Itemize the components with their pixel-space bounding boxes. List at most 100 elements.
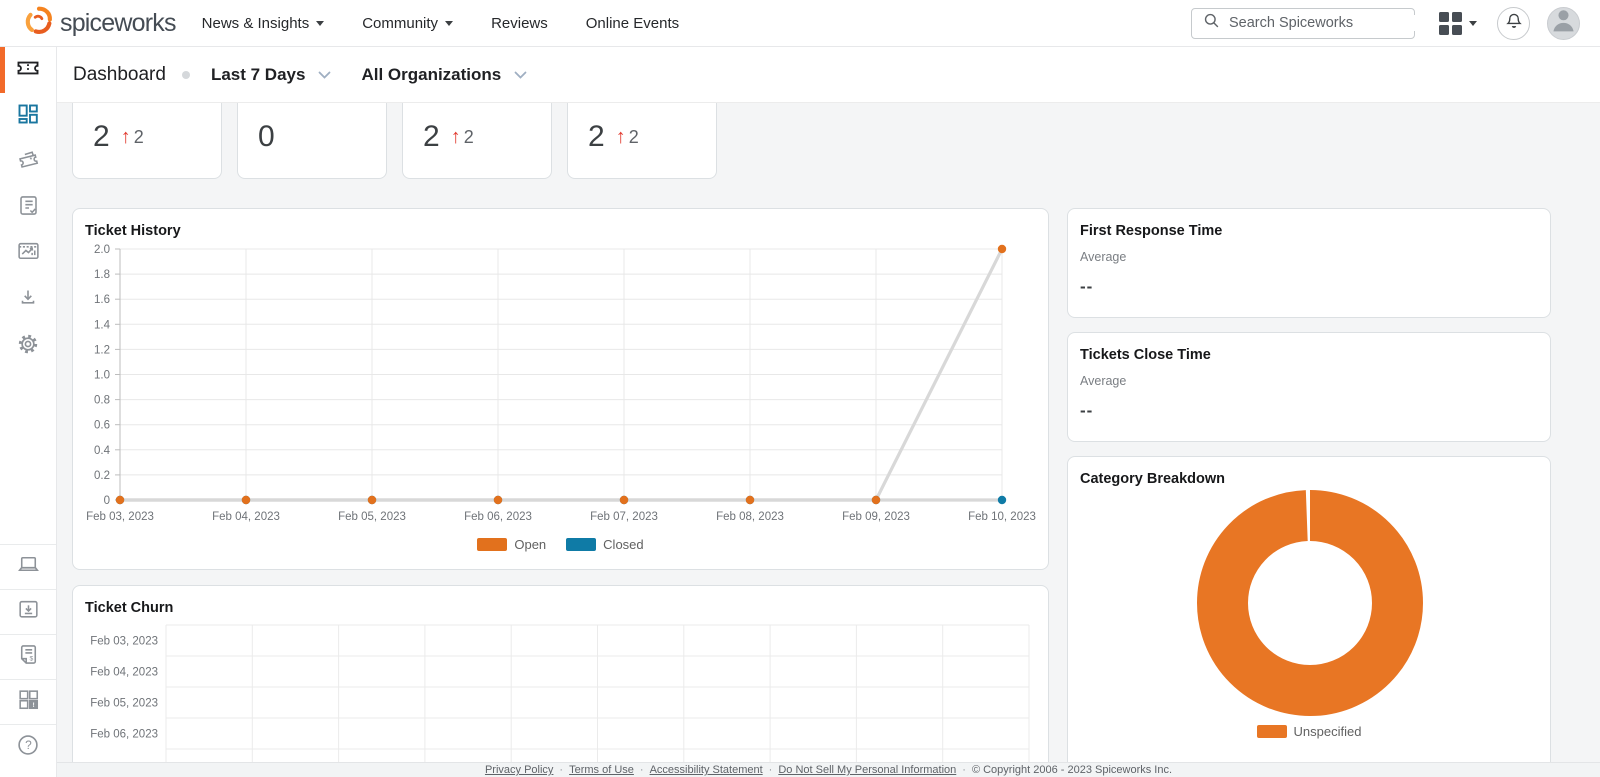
sidebar-item-billing[interactable]: $ bbox=[0, 634, 56, 679]
card-title: Tickets Close Time bbox=[1080, 347, 1211, 363]
stat-value: 0 bbox=[258, 120, 275, 154]
ticket-churn-chart: Feb 03, 2023Feb 04, 2023Feb 05, 2023Feb … bbox=[73, 586, 1050, 762]
dashboard-toolbar: Dashboard Last 7 Days All Organizations bbox=[57, 47, 1600, 103]
x-tick-label: Feb 07, 2023 bbox=[590, 511, 658, 523]
svg-text:!: ! bbox=[32, 702, 34, 709]
trend-value: 2 bbox=[464, 127, 474, 148]
organization-select[interactable]: All Organizations bbox=[361, 65, 527, 85]
bell-icon bbox=[1503, 10, 1525, 37]
title-separator-dot bbox=[182, 71, 190, 79]
top-nav: spiceworks News & Insights Community Revie… bbox=[0, 0, 1600, 47]
stat-value: 2 bbox=[423, 120, 440, 154]
legend-swatch bbox=[566, 538, 596, 551]
legend-label: Closed bbox=[603, 537, 643, 552]
nav-item-community[interactable]: Community bbox=[362, 15, 453, 32]
x-tick-label: Feb 03, 2023 bbox=[86, 511, 154, 523]
brand[interactable]: spiceworks bbox=[22, 4, 176, 43]
sidebar-item-tickets[interactable] bbox=[0, 47, 56, 93]
stat-card-3[interactable]: 2↑2 bbox=[402, 103, 552, 179]
stat-value-row: 2↑2 bbox=[588, 120, 639, 154]
stat-value-row: 0 bbox=[258, 120, 275, 154]
stat-card-4[interactable]: 2↑2 bbox=[567, 103, 717, 179]
x-tick-label: Feb 09, 2023 bbox=[842, 511, 910, 523]
card-title: Ticket History bbox=[85, 223, 181, 239]
churn-row-label: Feb 06, 2023 bbox=[90, 729, 158, 741]
copyright-text: © Copyright 2006 - 2023 Spiceworks Inc. bbox=[972, 764, 1172, 776]
svg-text:?: ? bbox=[25, 738, 32, 752]
billing-icon: $ bbox=[16, 642, 41, 672]
primary-nav: News & Insights Community Reviews Online Ev… bbox=[202, 15, 679, 32]
sidebar-item-downloads[interactable] bbox=[0, 589, 56, 634]
category-breakdown-card: Category Breakdown Unspecified bbox=[1067, 456, 1551, 762]
sidebar-top-group bbox=[0, 47, 56, 369]
stat-card-2[interactable]: 0 bbox=[237, 103, 387, 179]
date-range-select[interactable]: Last 7 Days bbox=[211, 65, 332, 85]
sidebar-item-export[interactable] bbox=[0, 277, 56, 323]
dashboard-content: 2↑202↑22↑2 Ticket History 00.20.40.60.81… bbox=[57, 103, 1600, 762]
y-tick-label: 1.8 bbox=[94, 269, 110, 281]
nav-item-label: Reviews bbox=[491, 15, 548, 32]
reports-icon bbox=[16, 239, 41, 269]
search-icon bbox=[1202, 11, 1221, 35]
sidebar-item-ticket-stack[interactable] bbox=[0, 139, 56, 185]
footer-link-do-not-sell-my-personal-information[interactable]: Do Not Sell My Personal Information bbox=[778, 764, 956, 776]
stat-value: 2 bbox=[93, 120, 110, 154]
y-tick-label: 0.8 bbox=[94, 395, 110, 407]
ticket-history-chart: 00.20.40.60.81.01.21.41.61.82.0Feb 03, 2… bbox=[73, 243, 1050, 533]
metric-subtitle: Average bbox=[1080, 374, 1126, 388]
footer-link-privacy-policy[interactable]: Privacy Policy bbox=[485, 764, 553, 776]
sidebar-item-apps-alert[interactable]: ! bbox=[0, 679, 56, 724]
sidebar-item-task-list[interactable] bbox=[0, 185, 56, 231]
stat-value-row: 2↑2 bbox=[93, 120, 144, 154]
footer-link-terms-of-use[interactable]: Terms of Use bbox=[569, 764, 634, 776]
nav-item-reviews[interactable]: Reviews bbox=[491, 15, 548, 32]
x-tick-label: Feb 04, 2023 bbox=[212, 511, 280, 523]
sidebar-item-help[interactable]: ? bbox=[0, 724, 56, 769]
footer-separator: · bbox=[640, 764, 644, 776]
footer-separator: · bbox=[962, 764, 966, 776]
nav-item-label: Community bbox=[362, 15, 438, 32]
footer-separator: · bbox=[559, 764, 563, 776]
x-tick-label: Feb 05, 2023 bbox=[338, 511, 406, 523]
nav-item-label: News & Insights bbox=[202, 15, 310, 32]
nav-item-online-events[interactable]: Online Events bbox=[586, 15, 679, 32]
nav-item-news-insights[interactable]: News & Insights bbox=[202, 15, 325, 32]
chevron-down-icon bbox=[318, 71, 331, 79]
y-tick-label: 0 bbox=[104, 495, 110, 507]
sidebar-item-devices[interactable] bbox=[0, 544, 56, 589]
ticket-history-card: Ticket History 00.20.40.60.81.01.21.41.6… bbox=[72, 208, 1049, 570]
legend-item-closed: Closed bbox=[566, 537, 643, 552]
avatar[interactable] bbox=[1547, 7, 1580, 40]
sidebar-item-settings[interactable] bbox=[0, 323, 56, 369]
metric-subtitle: Average bbox=[1080, 250, 1126, 264]
ticket-churn-card: Ticket Churn Feb 03, 2023Feb 04, 2023Feb… bbox=[72, 585, 1049, 762]
card-title: First Response Time bbox=[1080, 223, 1222, 239]
category-donut-chart bbox=[1068, 457, 1552, 719]
tickets-close-time-card: Tickets Close Time Average -- bbox=[1067, 332, 1551, 442]
y-tick-label: 1.4 bbox=[94, 319, 111, 331]
downloads-icon bbox=[16, 597, 41, 627]
settings-icon bbox=[15, 331, 41, 362]
churn-row-label: Feb 04, 2023 bbox=[90, 667, 158, 679]
apps-menu-button[interactable] bbox=[1439, 12, 1477, 35]
stat-value: 2 bbox=[588, 120, 605, 154]
chevron-down-icon bbox=[445, 21, 453, 26]
apps-grid-icon bbox=[1439, 12, 1462, 35]
ticket-history-legend: OpenClosed bbox=[73, 537, 1048, 552]
stat-value-row: 2↑2 bbox=[423, 120, 474, 154]
footer-link-accessibility-statement[interactable]: Accessibility Statement bbox=[650, 764, 763, 776]
nav-item-label: Online Events bbox=[586, 15, 679, 32]
y-tick-label: 0.4 bbox=[94, 445, 111, 457]
search-box[interactable] bbox=[1191, 8, 1415, 39]
trend-up-icon: ↑ bbox=[121, 126, 131, 149]
date-range-label: Last 7 Days bbox=[211, 65, 306, 85]
sidebar-item-dashboard[interactable] bbox=[0, 93, 56, 139]
sidebar-item-reports[interactable] bbox=[0, 231, 56, 277]
spiceworks-logo-icon bbox=[22, 4, 56, 43]
spiceworks-app: spiceworks News & Insights Community Revie… bbox=[0, 0, 1600, 777]
y-tick-label: 2.0 bbox=[94, 244, 110, 256]
search-input[interactable] bbox=[1229, 15, 1416, 31]
brand-name: spiceworks bbox=[60, 9, 176, 38]
notifications-button[interactable] bbox=[1497, 7, 1530, 40]
stat-card-1[interactable]: 2↑2 bbox=[72, 103, 222, 179]
